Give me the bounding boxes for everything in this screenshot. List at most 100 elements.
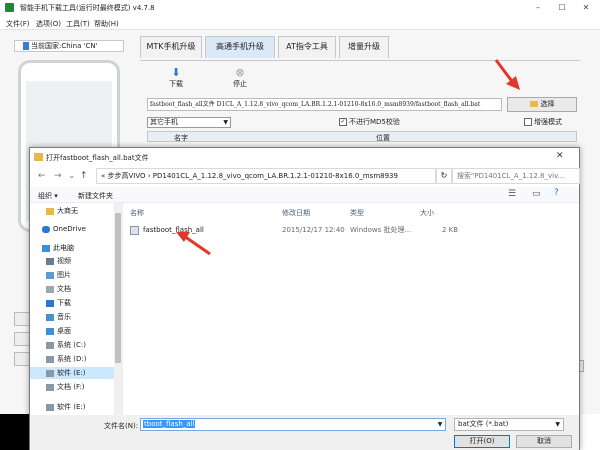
file-list-header: 名称 修改日期 类型 大小 (130, 206, 570, 220)
app-logo-icon (5, 3, 14, 12)
column-location: 位置 (376, 134, 390, 142)
drive-icon (46, 403, 54, 411)
view-options-icon[interactable]: ☰ (508, 189, 516, 199)
nav-item-onedrive[interactable]: OneDrive (30, 223, 120, 235)
nav-item-downloads[interactable]: 下载 (30, 297, 120, 309)
up-arrow-icon[interactable]: ↑ (80, 171, 88, 181)
nav-item-drive-c[interactable]: 系统 (C:) (30, 339, 120, 351)
picture-icon (46, 271, 54, 279)
nav-item-drive-d[interactable]: 系统 (D:) (30, 353, 120, 365)
column-header-name[interactable]: 名称 (130, 208, 144, 218)
tab-mtk[interactable]: MTK手机升级 (140, 36, 202, 58)
flash-file-path-field[interactable]: fastboot_flash_all文件 D1CL_A_1.12.8_vivo_… (147, 98, 502, 111)
open-button[interactable]: 打开(O) (454, 435, 510, 448)
folder-icon (34, 153, 43, 161)
menu-help[interactable]: 帮助(H) (94, 19, 119, 29)
forward-arrow-icon[interactable]: → (54, 171, 62, 181)
folder-icon (529, 101, 538, 107)
nav-item-drive-e-2[interactable]: 软件 (E:) (30, 401, 120, 413)
open-file-dialog: 打开fastboot_flash_all.bat文件 ✕ ← → ⌄ ↑ « 步… (29, 147, 580, 450)
nav-item-this-pc[interactable]: 此电脑 (30, 242, 120, 254)
column-header-modified[interactable]: 修改日期 (282, 208, 310, 218)
address-bar[interactable]: « 步步高VIVO › PD1401CL_A_1.12.8_vivo_qcom_… (96, 168, 436, 184)
tab-qualcomm[interactable]: 高通手机升级 (205, 36, 275, 58)
chevron-down-icon: ▼ (555, 421, 560, 428)
cancel-button[interactable]: 取消 (516, 435, 572, 448)
close-icon[interactable]: ✕ (576, 1, 596, 14)
dialog-footer: 文件名(N): tboot_flash_all ▼ bat文件 (*.bat) ▼… (30, 415, 579, 450)
nav-item-pictures[interactable]: 图片 (30, 269, 120, 281)
partition-list-header: 名字 位置 (147, 131, 577, 142)
file-modified: 2015/12/17 12:40 (282, 226, 345, 234)
select-file-button[interactable]: 选择 (507, 97, 577, 112)
video-icon (46, 257, 54, 265)
maximize-icon[interactable]: ☐ (552, 1, 572, 14)
stop-button[interactable]: ⊗ 停止 (228, 67, 252, 89)
download-button[interactable]: ⬇ 下载 (164, 67, 188, 89)
file-size: 2 KB (442, 226, 459, 234)
folder-icon (46, 207, 54, 215)
menu-file[interactable]: 文件(F) (6, 19, 30, 29)
country-indicator: 当前国家:China 'CN' (14, 40, 124, 52)
annotation-arrow-icon (494, 59, 520, 90)
refresh-icon[interactable]: ↻ (436, 168, 452, 184)
nav-item-videos[interactable]: 视频 (30, 255, 120, 267)
navigation-pane: 大商无 OneDrive 此电脑 视频 图片 文档 下载 音乐 桌面 系统 (C… (30, 203, 123, 415)
enhanced-mode-option[interactable]: 增强模式 (524, 117, 562, 127)
desktop-icon (46, 327, 54, 335)
filename-history-chevron-icon[interactable]: ▼ (434, 418, 446, 431)
drive-icon (46, 383, 54, 391)
nav-item-desktop[interactable]: 桌面 (30, 325, 120, 337)
menu-options[interactable]: 选项(O) (36, 19, 61, 29)
organize-button[interactable]: 组织 ▾ (38, 191, 58, 201)
filename-label: 文件名(N): (104, 422, 139, 430)
computer-icon (42, 244, 50, 252)
document-icon (46, 285, 54, 293)
help-icon[interactable]: ? (554, 188, 559, 198)
filename-input[interactable]: tboot_flash_all (140, 418, 446, 431)
download-icon (46, 299, 54, 307)
file-type: Windows 批处理... (350, 226, 412, 234)
annotation-arrow-icon (176, 232, 211, 256)
nav-item-folder[interactable]: 大商无 (30, 205, 120, 217)
tab-incremental[interactable]: 增量升级 (339, 36, 389, 58)
nav-scrollbar[interactable] (114, 203, 122, 415)
checkbox-checked[interactable]: ✓ (339, 118, 347, 126)
column-header-size[interactable]: 大小 (420, 208, 434, 218)
address-row: ← → ⌄ ↑ « 步步高VIVO › PD1401CL_A_1.12.8_vi… (30, 168, 580, 186)
drive-icon (46, 355, 54, 363)
checkbox-unchecked[interactable] (524, 118, 532, 126)
app-titlebar: 智能手机下载工具(运行时最终模式) v4.7.8 – ☐ ✕ (0, 0, 600, 16)
nav-item-documents[interactable]: 文档 (30, 283, 120, 295)
tab-at[interactable]: AT指令工具 (278, 36, 336, 58)
phone-icon (23, 42, 29, 50)
new-folder-button[interactable]: 新建文件夹 (78, 191, 113, 201)
tab-bar: MTK手机升级 高通手机升级 AT指令工具 增量升级 (140, 36, 540, 60)
app-title: 智能手机下载工具(运行时最终模式) v4.7.8 (20, 4, 155, 12)
music-icon (46, 313, 54, 321)
nav-item-drive-f[interactable]: 文档 (F:) (30, 381, 120, 393)
nav-item-drive-e[interactable]: 软件 (E:) (30, 367, 120, 379)
batch-file-icon (130, 226, 139, 235)
menu-tools[interactable]: 工具(T) (66, 19, 90, 29)
down-arrow-icon: ⬇ (171, 66, 181, 79)
chevron-down-icon: ▼ (223, 119, 228, 126)
phone-type-select[interactable]: 其它手机 ▼ (147, 117, 231, 128)
stop-icon: ⊗ (235, 66, 245, 79)
menubar: 文件(F) 选项(O) 工具(T) 帮助(H) (0, 16, 600, 30)
column-name: 名字 (174, 134, 188, 142)
md5-check-option[interactable]: ✓ 不进行MD5校验 (339, 117, 400, 127)
cloud-icon (42, 225, 50, 233)
preview-pane-icon[interactable]: ▭ (532, 189, 541, 199)
minimize-icon[interactable]: – (528, 1, 548, 14)
command-bar: 组织 ▾ 新建文件夹 ☰ ▭ ? (30, 187, 579, 203)
back-arrow-icon[interactable]: ← (38, 171, 46, 181)
column-header-type[interactable]: 类型 (350, 208, 364, 218)
search-input[interactable]: 搜索"PD1401CL_A_1.12.8_viv... (452, 168, 580, 184)
drive-icon (46, 341, 54, 349)
dialog-close-icon[interactable]: ✕ (556, 151, 564, 161)
background-strip (0, 414, 29, 450)
filetype-select[interactable]: bat文件 (*.bat) ▼ (454, 418, 564, 431)
recent-chevron-icon[interactable]: ⌄ (68, 171, 76, 181)
nav-item-music[interactable]: 音乐 (30, 311, 120, 323)
